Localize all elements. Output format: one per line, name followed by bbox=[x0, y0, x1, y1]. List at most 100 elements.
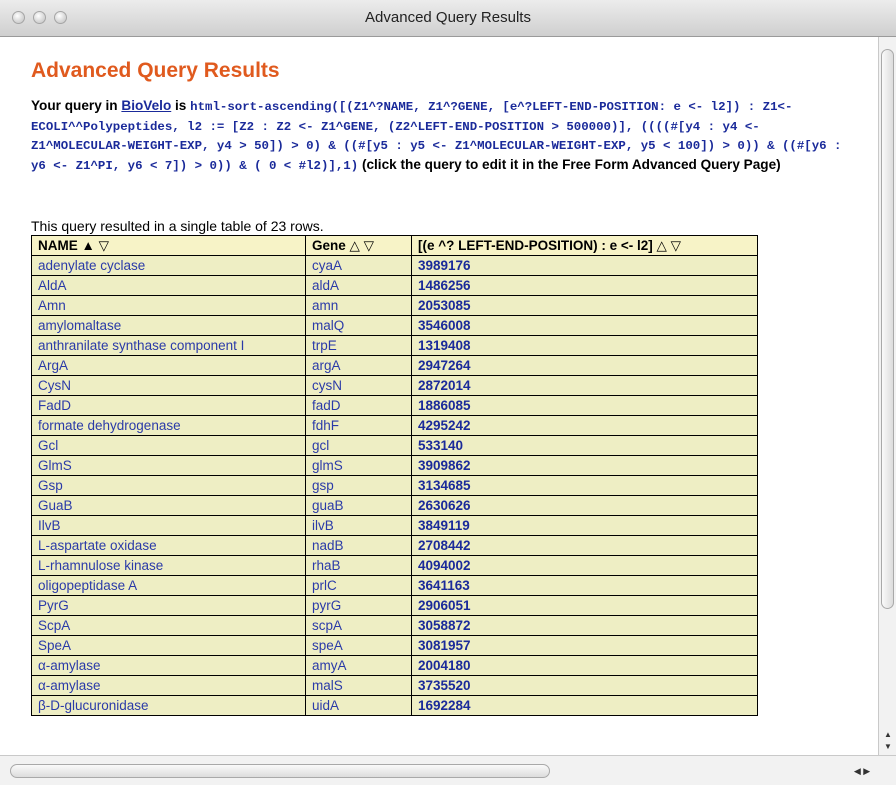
gene-cell[interactable]: argA bbox=[305, 355, 412, 376]
gene-cell[interactable]: nadB bbox=[305, 535, 412, 556]
gene-cell[interactable]: speA bbox=[305, 635, 412, 656]
position-cell: 2947264 bbox=[411, 355, 758, 376]
gene-cell[interactable]: amn bbox=[305, 295, 412, 316]
table-row: FadD fadD 1886085 bbox=[31, 395, 758, 416]
position-cell: 2906051 bbox=[411, 595, 758, 616]
query-is-text: is bbox=[171, 98, 191, 113]
position-cell: 4295242 bbox=[411, 415, 758, 436]
result-summary: This query resulted in a single table of… bbox=[31, 218, 324, 234]
sort-arrows-icon[interactable]: △ ▽ bbox=[657, 238, 682, 253]
gene-cell[interactable]: prlC bbox=[305, 575, 412, 596]
vertical-scroll-arrows-icon[interactable]: ▲ ▼ bbox=[879, 729, 896, 755]
table-row: GlmS glmS 3909862 bbox=[31, 455, 758, 476]
horizontal-scroll-arrows-icon[interactable]: ◀ ▶ bbox=[842, 764, 882, 778]
gene-cell[interactable]: fadD bbox=[305, 395, 412, 416]
position-cell: 3849119 bbox=[411, 515, 758, 536]
table-row: CysN cysN 2872014 bbox=[31, 375, 758, 396]
position-cell: 3735520 bbox=[411, 675, 758, 696]
name-cell[interactable]: PyrG bbox=[31, 595, 306, 616]
gene-cell[interactable]: malQ bbox=[305, 315, 412, 336]
position-cell: 3909862 bbox=[411, 455, 758, 476]
sort-arrows-icon[interactable]: △ ▽ bbox=[350, 238, 375, 253]
name-cell[interactable]: amylomaltase bbox=[31, 315, 306, 336]
table-row: α-amylase malS 3735520 bbox=[31, 675, 758, 696]
table-row: Gcl gcl 533140 bbox=[31, 435, 758, 456]
table-row: SpeA speA 3081957 bbox=[31, 635, 758, 656]
window-title: Advanced Query Results bbox=[365, 9, 531, 26]
page-title: Advanced Query Results bbox=[31, 59, 280, 82]
gene-cell[interactable]: pyrG bbox=[305, 595, 412, 616]
position-cell: 3546008 bbox=[411, 315, 758, 336]
gene-cell[interactable]: amyA bbox=[305, 655, 412, 676]
name-cell[interactable]: AldA bbox=[31, 275, 306, 296]
position-cell: 2872014 bbox=[411, 375, 758, 396]
gene-cell[interactable]: trpE bbox=[305, 335, 412, 356]
table-row: amylomaltase malQ 3546008 bbox=[31, 315, 758, 336]
biovelo-link[interactable]: BioVelo bbox=[121, 98, 171, 113]
name-cell[interactable]: α-amylase bbox=[31, 655, 306, 676]
position-cell: 1486256 bbox=[411, 275, 758, 296]
table-header-row: NAME ▲ ▽ Gene △ ▽ [(e ^? LEFT-END-POSITI… bbox=[31, 235, 758, 256]
name-cell[interactable]: Amn bbox=[31, 295, 306, 316]
gene-cell[interactable]: malS bbox=[305, 675, 412, 696]
gene-cell[interactable]: cyaA bbox=[305, 255, 412, 276]
column-header-gene-label: Gene bbox=[312, 237, 346, 253]
position-cell: 2708442 bbox=[411, 535, 758, 556]
position-cell: 4094002 bbox=[411, 555, 758, 576]
column-header-gene: Gene △ ▽ bbox=[305, 235, 412, 256]
position-cell: 3989176 bbox=[411, 255, 758, 276]
table-row: AldA aldA 1486256 bbox=[31, 275, 758, 296]
table-row: adenylate cyclase cyaA 3989176 bbox=[31, 255, 758, 276]
table-row: GuaB guaB 2630626 bbox=[31, 495, 758, 516]
gene-cell[interactable]: rhaB bbox=[305, 555, 412, 576]
column-header-name-label: NAME bbox=[38, 237, 78, 253]
table-row: α-amylase amyA 2004180 bbox=[31, 655, 758, 676]
gene-cell[interactable]: uidA bbox=[305, 695, 412, 716]
table-row: L-aspartate oxidase nadB 2708442 bbox=[31, 535, 758, 556]
name-cell[interactable]: Gsp bbox=[31, 475, 306, 496]
table-row: Amn amn 2053085 bbox=[31, 295, 758, 316]
horizontal-scroll-thumb[interactable] bbox=[10, 764, 550, 778]
query-prefix-text: Your query in bbox=[31, 98, 122, 113]
name-cell[interactable]: Gcl bbox=[31, 435, 306, 456]
table-row: L-rhamnulose kinase rhaB 4094002 bbox=[31, 555, 758, 576]
position-cell: 3058872 bbox=[411, 615, 758, 636]
name-cell[interactable]: α-amylase bbox=[31, 675, 306, 696]
vertical-scroll-thumb[interactable] bbox=[881, 49, 894, 609]
gene-cell[interactable]: glmS bbox=[305, 455, 412, 476]
gene-cell[interactable]: scpA bbox=[305, 615, 412, 636]
name-cell[interactable]: GlmS bbox=[31, 455, 306, 476]
query-suffix-text: (click the query to edit it in the Free … bbox=[358, 156, 781, 172]
gene-cell[interactable]: guaB bbox=[305, 495, 412, 516]
position-cell: 3134685 bbox=[411, 475, 758, 496]
name-cell[interactable]: oligopeptidase A bbox=[31, 575, 306, 596]
position-cell: 1319408 bbox=[411, 335, 758, 356]
gene-cell[interactable]: ilvB bbox=[305, 515, 412, 536]
name-cell[interactable]: L-aspartate oxidase bbox=[31, 535, 306, 556]
name-cell[interactable]: L-rhamnulose kinase bbox=[31, 555, 306, 576]
table-row: ScpA scpA 3058872 bbox=[31, 615, 758, 636]
query-description: Your query in BioVelo is html-sort-ascen… bbox=[31, 97, 861, 175]
name-cell[interactable]: ScpA bbox=[31, 615, 306, 636]
table-row: β-D-glucuronidase uidA 1692284 bbox=[31, 695, 758, 716]
name-cell[interactable]: anthranilate synthase component I bbox=[31, 335, 306, 356]
table-row: oligopeptidase AprlC 3641163 bbox=[31, 575, 758, 596]
name-cell[interactable]: formate dehydrogenase bbox=[31, 415, 306, 436]
name-cell[interactable]: GuaB bbox=[31, 495, 306, 516]
gene-cell[interactable]: gcl bbox=[305, 435, 412, 456]
name-cell[interactable]: FadD bbox=[31, 395, 306, 416]
vertical-scrollbar[interactable]: ▲ ▼ bbox=[878, 37, 896, 755]
name-cell[interactable]: SpeA bbox=[31, 635, 306, 656]
gene-cell[interactable]: fdhF bbox=[305, 415, 412, 436]
name-cell[interactable]: ArgA bbox=[31, 355, 306, 376]
table-row: IlvB ilvB 3849119 bbox=[31, 515, 758, 536]
name-cell[interactable]: adenylate cyclase bbox=[31, 255, 306, 276]
gene-cell[interactable]: cysN bbox=[305, 375, 412, 396]
horizontal-scrollbar[interactable]: ◀ ▶ bbox=[0, 755, 896, 785]
name-cell[interactable]: CysN bbox=[31, 375, 306, 396]
name-cell[interactable]: β-D-glucuronidase bbox=[31, 695, 306, 716]
sort-arrows-icon[interactable]: ▲ ▽ bbox=[82, 238, 110, 253]
name-cell[interactable]: IlvB bbox=[31, 515, 306, 536]
gene-cell[interactable]: gsp bbox=[305, 475, 412, 496]
gene-cell[interactable]: aldA bbox=[305, 275, 412, 296]
